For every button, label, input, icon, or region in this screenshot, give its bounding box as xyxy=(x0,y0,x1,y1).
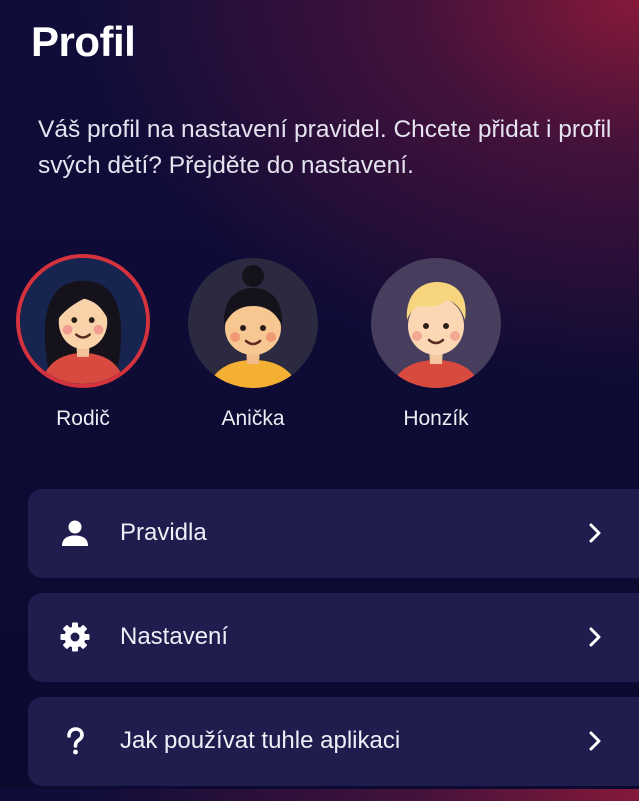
boy-avatar-icon xyxy=(371,258,501,388)
chevron-right-icon xyxy=(584,729,606,753)
menu-item-nastaveni[interactable]: Nastavení xyxy=(28,593,639,682)
profile-selector: Rodič Anička Honzík xyxy=(0,253,639,443)
question-icon xyxy=(59,725,91,757)
gear-icon xyxy=(59,621,91,653)
profile-anicka[interactable]: Anička xyxy=(178,253,328,432)
profile-rodic[interactable]: Rodič xyxy=(8,253,158,432)
intro-text: Váš profil na nastavení pravidel. Chcete… xyxy=(38,116,612,179)
avatar[interactable] xyxy=(371,258,501,388)
profile-name: Rodič xyxy=(56,407,110,430)
menu-item-label: Nastavení xyxy=(120,623,229,650)
page-title: Profil xyxy=(31,18,136,65)
menu-item-pravidla[interactable]: Pravidla xyxy=(28,489,639,578)
profile-screen: Profil Váš profil na nastavení pravidel.… xyxy=(0,0,639,789)
avatar[interactable] xyxy=(16,254,150,388)
menu-item-label: Pravidla xyxy=(120,519,207,546)
girl-avatar-icon xyxy=(188,258,318,388)
menu-item-napoveda[interactable]: Jak používat tuhle aplikaci xyxy=(28,697,639,786)
avatar[interactable] xyxy=(188,258,318,388)
menu-item-label: Jak používat tuhle aplikaci xyxy=(120,727,401,754)
chevron-right-icon xyxy=(584,625,606,649)
profile-honzik[interactable]: Honzík xyxy=(361,253,511,432)
chevron-right-icon xyxy=(584,521,606,545)
profile-name: Honzík xyxy=(403,407,469,430)
woman-avatar-icon xyxy=(20,258,146,384)
settings-menu: Pravidla Nastavení Jak používat tuhle ap… xyxy=(28,489,639,801)
profile-name: Anička xyxy=(221,407,285,430)
person-icon xyxy=(59,517,91,549)
